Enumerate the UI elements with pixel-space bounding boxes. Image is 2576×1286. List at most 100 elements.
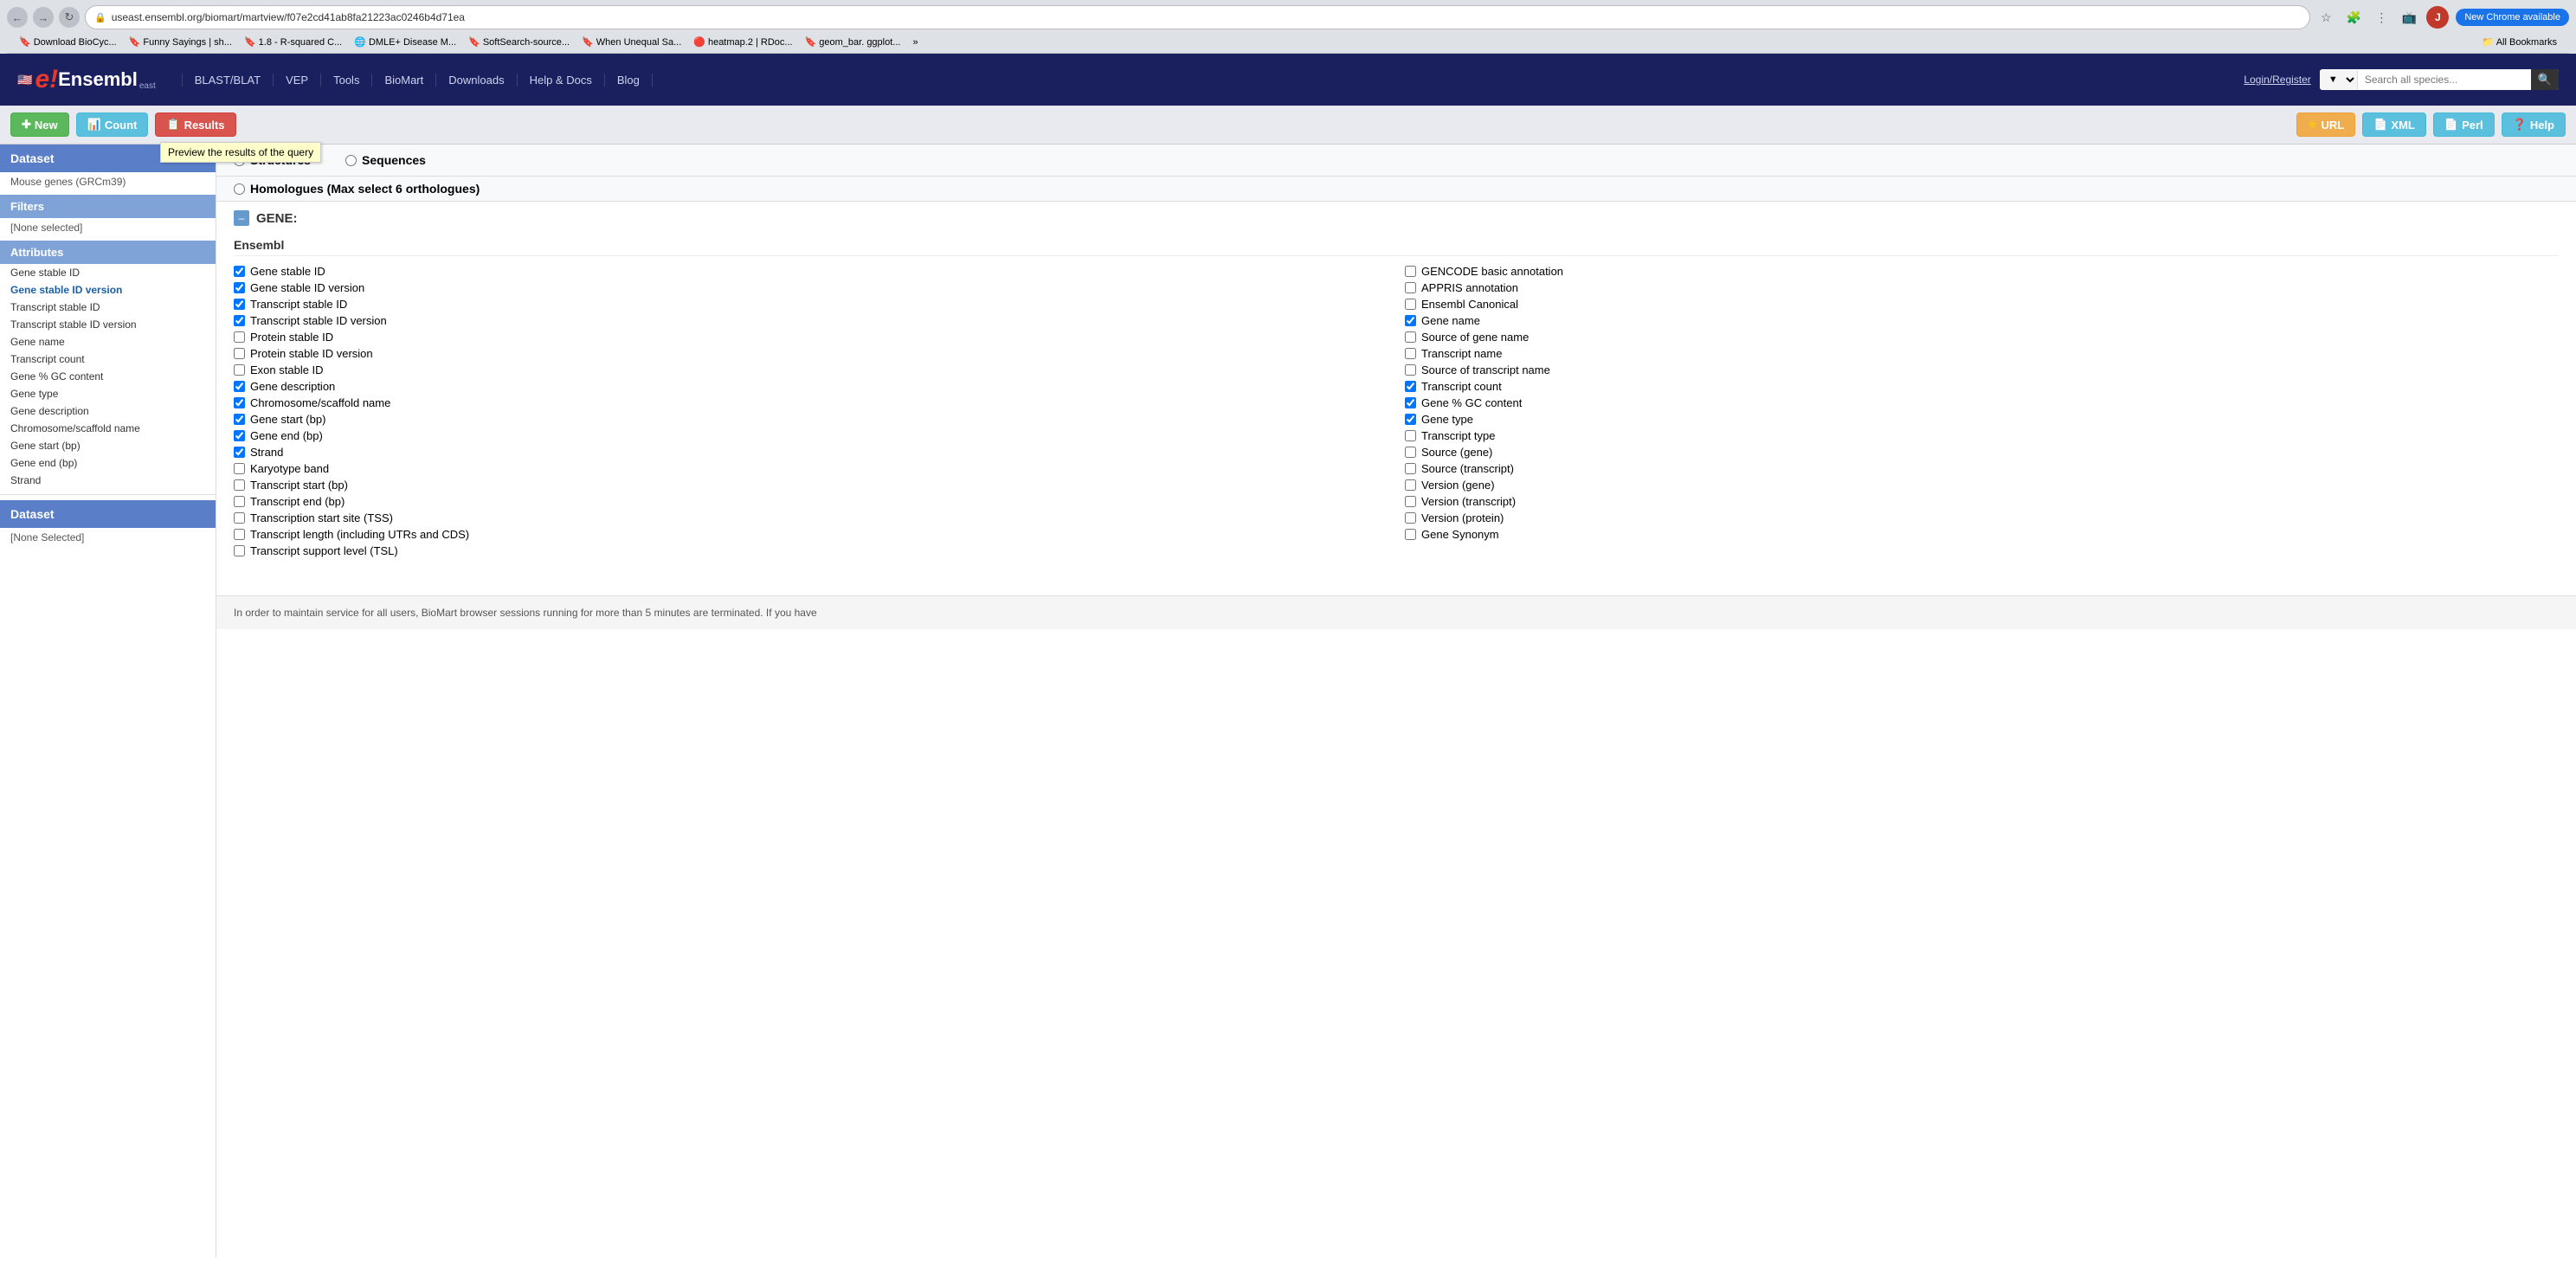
- bookmark-geombar[interactable]: 🔖 geom_bar. ggplot...: [800, 35, 906, 49]
- cb-protein-stable-id[interactable]: Protein stable ID: [234, 329, 1388, 345]
- bookmark-funny-sayings[interactable]: 🔖 Funny Sayings | sh...: [124, 35, 237, 49]
- sidebar-item-transcript-count[interactable]: Transcript count: [0, 350, 216, 368]
- back-button[interactable]: ←: [7, 7, 28, 28]
- cb-ensembl-canonical[interactable]: Ensembl Canonical: [1405, 296, 2559, 312]
- sidebar-item-gene-stable-id[interactable]: Gene stable ID: [0, 264, 216, 281]
- bookmark-dmle[interactable]: 🌐 DMLE+ Disease M...: [349, 35, 461, 49]
- new-button[interactable]: ✚ New: [10, 113, 69, 137]
- cb-transcript-end-input[interactable]: [234, 496, 245, 507]
- sidebar-item-transcript-stable-id[interactable]: Transcript stable ID: [0, 299, 216, 316]
- bookmarks-more-button[interactable]: »: [907, 35, 923, 49]
- cb-chromosome-scaffold[interactable]: Chromosome/scaffold name: [234, 395, 1388, 411]
- reload-button[interactable]: ↻: [59, 7, 80, 28]
- sidebar-item-gene-description[interactable]: Gene description: [0, 402, 216, 420]
- cb-gencode-basic-input[interactable]: [1405, 266, 1416, 277]
- cb-transcript-name[interactable]: Transcript name: [1405, 345, 2559, 362]
- settings-icon[interactable]: ⋮: [2371, 7, 2392, 28]
- radio-sequences-input[interactable]: [345, 155, 357, 166]
- cb-version-transcript-input[interactable]: [1405, 496, 1416, 507]
- cb-version-gene-input[interactable]: [1405, 479, 1416, 491]
- nav-biomart[interactable]: BioMart: [372, 74, 436, 87]
- ensembl-logo[interactable]: 🇺🇸 e! Ensembl east: [17, 65, 156, 94]
- results-button[interactable]: 📋 Results: [155, 113, 235, 137]
- new-chrome-button[interactable]: New Chrome available: [2456, 9, 2569, 26]
- cb-gene-synonym[interactable]: Gene Synonym: [1405, 526, 2559, 543]
- cb-chromosome-scaffold-input[interactable]: [234, 397, 245, 408]
- profile-button[interactable]: J: [2426, 6, 2449, 29]
- cb-transcript-length-input[interactable]: [234, 529, 245, 540]
- url-button[interactable]: ★ URL: [2296, 113, 2355, 137]
- all-bookmarks-button[interactable]: 📁 All Bookmarks: [2476, 35, 2562, 49]
- cb-source-gene-name[interactable]: Source of gene name: [1405, 329, 2559, 345]
- count-button[interactable]: 📊 Count: [76, 113, 149, 137]
- cb-gene-type[interactable]: Gene type: [1405, 411, 2559, 428]
- nav-blog[interactable]: Blog: [605, 74, 653, 87]
- cb-version-transcript[interactable]: Version (transcript): [1405, 493, 2559, 510]
- extension-icon[interactable]: 🧩: [2343, 7, 2364, 28]
- cb-source-transcript-name-input[interactable]: [1405, 364, 1416, 376]
- cb-gene-type-input[interactable]: [1405, 414, 1416, 425]
- search-input[interactable]: [2358, 70, 2531, 89]
- nav-help-docs[interactable]: Help & Docs: [518, 74, 605, 87]
- cb-transcript-type-input[interactable]: [1405, 430, 1416, 441]
- cb-transcript-support-level[interactable]: Transcript support level (TSL): [234, 543, 1388, 559]
- cb-transcript-stable-id-version-input[interactable]: [234, 315, 245, 326]
- cb-gene-description[interactable]: Gene description: [234, 378, 1388, 395]
- cb-transcript-length[interactable]: Transcript length (including UTRs and CD…: [234, 526, 1388, 543]
- cb-appris-annotation[interactable]: APPRIS annotation: [1405, 280, 2559, 296]
- cb-gene-gc-content-input[interactable]: [1405, 397, 1416, 408]
- cb-exon-stable-id[interactable]: Exon stable ID: [234, 362, 1388, 378]
- cb-gene-start[interactable]: Gene start (bp): [234, 411, 1388, 428]
- cb-gene-name-input[interactable]: [1405, 315, 1416, 326]
- cb-strand[interactable]: Strand: [234, 444, 1388, 460]
- cb-transcription-start-site-input[interactable]: [234, 512, 245, 524]
- nav-downloads[interactable]: Downloads: [436, 74, 517, 87]
- collapse-gene-button[interactable]: –: [234, 210, 249, 226]
- cb-gencode-basic[interactable]: GENCODE basic annotation: [1405, 263, 2559, 280]
- radio-sequences[interactable]: Sequences: [345, 153, 426, 167]
- cb-transcript-count[interactable]: Transcript count: [1405, 378, 2559, 395]
- cb-transcript-end[interactable]: Transcript end (bp): [234, 493, 1388, 510]
- bookmark-softsearch[interactable]: 🔖 SoftSearch-source...: [463, 35, 575, 49]
- cb-gene-stable-id-input[interactable]: [234, 266, 245, 277]
- login-register-link[interactable]: Login/Register: [2244, 74, 2310, 86]
- sidebar-item-transcript-stable-id-version[interactable]: Transcript stable ID version: [0, 316, 216, 333]
- cb-protein-stable-id-version[interactable]: Protein stable ID version: [234, 345, 1388, 362]
- bookmark-star-icon[interactable]: ☆: [2315, 7, 2336, 28]
- sidebar-attributes-header[interactable]: Attributes: [0, 241, 216, 264]
- radio-homologues-input[interactable]: [234, 183, 245, 195]
- cb-transcript-start[interactable]: Transcript start (bp): [234, 477, 1388, 493]
- cb-gene-end[interactable]: Gene end (bp): [234, 428, 1388, 444]
- cb-gene-name[interactable]: Gene name: [1405, 312, 2559, 329]
- cb-transcript-stable-id[interactable]: Transcript stable ID: [234, 296, 1388, 312]
- cb-gene-stable-id-version[interactable]: Gene stable ID version: [234, 280, 1388, 296]
- cb-transcription-start-site[interactable]: Transcription start site (TSS): [234, 510, 1388, 526]
- cb-gene-synonym-input[interactable]: [1405, 529, 1416, 540]
- cb-version-protein[interactable]: Version (protein): [1405, 510, 2559, 526]
- sidebar-item-gene-name[interactable]: Gene name: [0, 333, 216, 350]
- sidebar-dataset2-header[interactable]: Dataset: [0, 500, 216, 528]
- cb-transcript-type[interactable]: Transcript type: [1405, 428, 2559, 444]
- nav-tools[interactable]: Tools: [321, 74, 372, 87]
- cb-transcript-name-input[interactable]: [1405, 348, 1416, 359]
- cb-gene-start-input[interactable]: [234, 414, 245, 425]
- cb-karyotype-band-input[interactable]: [234, 463, 245, 474]
- xml-button[interactable]: 📄 XML: [2362, 113, 2426, 137]
- cb-protein-stable-id-version-input[interactable]: [234, 348, 245, 359]
- cb-strand-input[interactable]: [234, 447, 245, 458]
- cb-karyotype-band[interactable]: Karyotype band: [234, 460, 1388, 477]
- cb-exon-stable-id-input[interactable]: [234, 364, 245, 376]
- cb-gene-description-input[interactable]: [234, 381, 245, 392]
- cb-protein-stable-id-input[interactable]: [234, 331, 245, 343]
- sidebar-item-chromosome[interactable]: Chromosome/scaffold name: [0, 420, 216, 437]
- cb-transcript-stable-id-version[interactable]: Transcript stable ID version: [234, 312, 1388, 329]
- cb-gene-stable-id[interactable]: Gene stable ID: [234, 263, 1388, 280]
- cb-source-gene-input[interactable]: [1405, 447, 1416, 458]
- address-bar[interactable]: 🔒 useast.ensembl.org/biomart/martview/f0…: [85, 5, 2310, 29]
- cb-appris-annotation-input[interactable]: [1405, 282, 1416, 293]
- nav-blast-blat[interactable]: BLAST/BLAT: [182, 74, 274, 87]
- sidebar-item-gene-start[interactable]: Gene start (bp): [0, 437, 216, 454]
- search-button[interactable]: 🔍: [2531, 69, 2559, 90]
- sidebar-item-gene-end[interactable]: Gene end (bp): [0, 454, 216, 472]
- cb-version-protein-input[interactable]: [1405, 512, 1416, 524]
